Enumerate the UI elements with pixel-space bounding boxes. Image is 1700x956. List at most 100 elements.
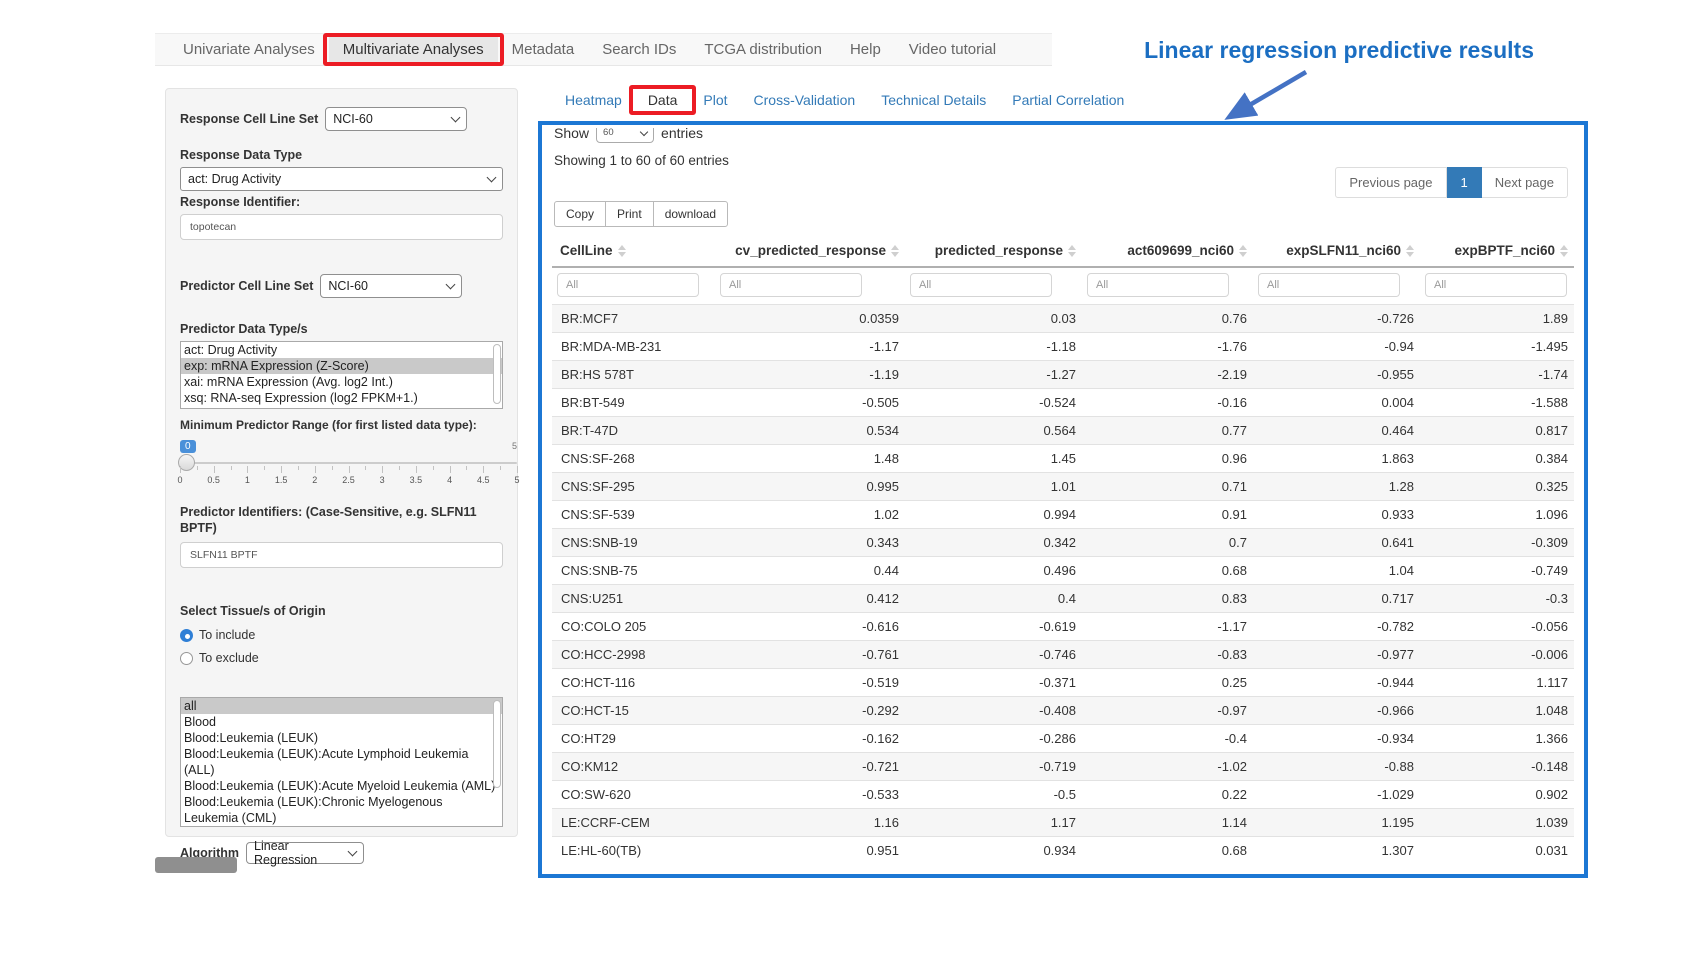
data-type-option-xsq-rna-seq-expression-log2-fpkm-1[interactable]: xsq: RNA-seq Expression (log2 FPKM+1.) — [181, 390, 502, 406]
filter-act609699-nci60[interactable] — [1087, 273, 1229, 297]
filter-expslfn11-nci60[interactable] — [1258, 273, 1400, 297]
cell-value: 0.76 — [1082, 305, 1253, 333]
result-tabs: HeatmapDataPlotCross-ValidationTechnical… — [552, 88, 1137, 112]
column-header-cv-predicted-response[interactable]: cv_predicted_response — [715, 235, 905, 267]
download-button[interactable]: download — [653, 201, 728, 227]
cell-value: 0.342 — [905, 529, 1082, 557]
cell-value: 0.7 — [1082, 529, 1253, 557]
nav-item-metadata[interactable]: Metadata — [498, 34, 589, 65]
column-header-expslfn11-nci60[interactable]: expSLFN11_nci60 — [1253, 235, 1420, 267]
slider-track[interactable] — [180, 462, 517, 464]
tissue-option-all[interactable]: all — [181, 698, 502, 714]
cell-value: -0.97 — [1082, 697, 1253, 725]
filter-predicted-response[interactable] — [910, 273, 1052, 297]
tab-partial-correlation[interactable]: Partial Correlation — [999, 88, 1137, 112]
table-row: BR:BT-549-0.505-0.524-0.160.004-1.588 — [552, 389, 1574, 417]
sort-icon[interactable] — [1068, 245, 1076, 257]
previous-page-button[interactable]: Previous page — [1335, 167, 1446, 198]
cell-value: 0.384 — [1420, 445, 1574, 473]
response-identifier-input[interactable] — [180, 214, 503, 240]
page-length-select[interactable]: 60 — [596, 122, 654, 143]
predictor-cell-line-set-select[interactable]: NCI-60 — [320, 274, 462, 298]
column-header-label: expBPTF_nci60 — [1454, 243, 1555, 258]
filter-expbptf-nci60[interactable] — [1425, 273, 1567, 297]
tissue-option-blood-leukemia-leuk-chronic-myelogenous-leukemia-cml[interactable]: Blood:Leukemia (LEUK):Chronic Myelogenou… — [181, 794, 502, 826]
tab-technical-details[interactable]: Technical Details — [868, 88, 999, 112]
cell-value: 0.641 — [1253, 529, 1420, 557]
sort-icon[interactable] — [618, 245, 626, 257]
slider-tick-label: 2 — [312, 475, 317, 485]
response-identifier-label: Response Identifier: — [180, 195, 503, 209]
sort-icon[interactable] — [1239, 245, 1247, 257]
cell-value: -1.19 — [715, 361, 905, 389]
response-data-type-select[interactable]: act: Drug Activity — [180, 167, 503, 191]
slider-tick — [197, 466, 198, 470]
predictor-cell-line-set-label: Predictor Cell Line Set — [180, 279, 313, 293]
page-length-value: 60 — [603, 127, 614, 138]
copy-button[interactable]: Copy — [554, 201, 606, 227]
tissue-option-blood-leukemia-leuk[interactable]: Blood:Leukemia (LEUK) — [181, 730, 502, 746]
sort-asc-icon — [891, 245, 899, 250]
filter-cellline[interactable] — [557, 273, 699, 297]
nav-item-video-tutorial[interactable]: Video tutorial — [895, 34, 1010, 65]
slider-tick — [399, 466, 400, 470]
chevron-down-icon — [640, 127, 648, 135]
cell-value: -1.17 — [1082, 613, 1253, 641]
tab-heatmap[interactable]: Heatmap — [552, 88, 635, 112]
print-button[interactable]: Print — [605, 201, 654, 227]
predictor-identifiers-input[interactable] — [180, 542, 503, 568]
cell-value: 1.16 — [715, 809, 905, 837]
tissue-include-radio[interactable]: To include — [180, 625, 503, 645]
slider-tick — [231, 466, 232, 470]
slider-tick — [433, 466, 434, 470]
scrollbar-thumb[interactable] — [493, 344, 501, 404]
filter-cv-predicted-response[interactable] — [720, 273, 862, 297]
chevron-down-icon — [487, 173, 497, 183]
cell-value: 0.03 — [905, 305, 1082, 333]
sort-icon[interactable] — [1406, 245, 1414, 257]
column-header-expbptf-nci60[interactable]: expBPTF_nci60 — [1420, 235, 1574, 267]
data-type-option-xai-mrna-expression-avg-log2-int[interactable]: xai: mRNA Expression (Avg. log2 Int.) — [181, 374, 502, 390]
tab-data[interactable]: Data — [635, 88, 691, 112]
cell-value: -1.76 — [1082, 333, 1253, 361]
tissue-origin-label: Select Tissue/s of Origin — [180, 604, 503, 618]
tissue-option-blood-leukemia-leuk-acute-myeloid-leukemia-aml[interactable]: Blood:Leukemia (LEUK):Acute Myeloid Leuk… — [181, 778, 502, 794]
column-header-cellline[interactable]: CellLine — [552, 235, 715, 267]
column-header-label: CellLine — [560, 243, 613, 258]
tissue-exclude-radio[interactable]: To exclude — [180, 648, 503, 668]
tissue-option-blood[interactable]: Blood — [181, 714, 502, 730]
cell-value: 0.933 — [1253, 501, 1420, 529]
sort-icon[interactable] — [1560, 245, 1568, 257]
nav-item-help[interactable]: Help — [836, 34, 895, 65]
sort-icon[interactable] — [891, 245, 899, 257]
table-row: CO:HCT-116-0.519-0.3710.25-0.9441.117 — [552, 669, 1574, 697]
annotation-red-box — [323, 33, 504, 66]
table-row: CO:HT29-0.162-0.286-0.4-0.9341.366 — [552, 725, 1574, 753]
response-data-type-value: act: Drug Activity — [188, 172, 281, 186]
column-header-predicted-response[interactable]: predicted_response — [905, 235, 1082, 267]
cell-value: 0.412 — [715, 585, 905, 613]
chevron-down-icon — [348, 847, 358, 857]
nav-item-tcga-distribution[interactable]: TCGA distribution — [690, 34, 836, 65]
algorithm-select[interactable]: Linear Regression — [246, 842, 364, 864]
table-row: CO:SW-620-0.533-0.50.22-1.0290.902 — [552, 781, 1574, 809]
tab-cross-validation[interactable]: Cross-Validation — [741, 88, 869, 112]
cell-line-name: CNS:SF-268 — [552, 445, 715, 473]
data-type-option-exp-mrna-expression-z-score[interactable]: exp: mRNA Expression (Z-Score) — [181, 358, 502, 374]
column-header-act609699-nci60[interactable]: act609699_nci60 — [1082, 235, 1253, 267]
cell-value: -0.761 — [715, 641, 905, 669]
response-cell-line-set-select[interactable]: NCI-60 — [325, 107, 467, 131]
nav-item-search-ids[interactable]: Search IDs — [588, 34, 690, 65]
tab-plot[interactable]: Plot — [690, 88, 740, 112]
cell-value: -1.02 — [1082, 753, 1253, 781]
cell-value: 0.995 — [715, 473, 905, 501]
nav-item-univariate-analyses[interactable]: Univariate Analyses — [169, 34, 329, 65]
slider-tick — [382, 466, 383, 473]
table-filter-row — [552, 267, 1574, 305]
page-1-button[interactable]: 1 — [1447, 167, 1482, 198]
tissue-option-blood-leukemia-leuk-acute-lymphoid-leukemia-all[interactable]: Blood:Leukemia (LEUK):Acute Lymphoid Leu… — [181, 746, 502, 778]
scrollbar-thumb[interactable] — [493, 700, 501, 788]
nav-item-multivariate-analyses[interactable]: Multivariate Analyses — [329, 34, 498, 65]
next-page-button[interactable]: Next page — [1482, 167, 1568, 198]
data-type-option-act-drug-activity[interactable]: act: Drug Activity — [181, 342, 502, 358]
